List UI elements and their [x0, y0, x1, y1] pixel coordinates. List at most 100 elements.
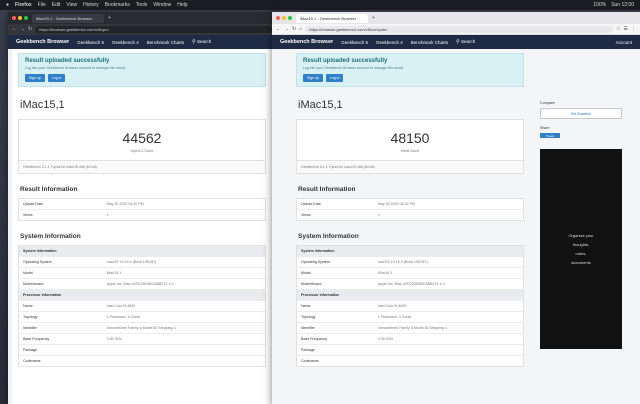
menu-bookmarks[interactable]: Bookmarks: [105, 2, 130, 8]
site-brand[interactable]: Geekbench Browser: [280, 39, 333, 45]
header-label: System Information: [301, 249, 335, 253]
upload-alert: Result uploaded successfully Log into yo…: [18, 53, 266, 87]
right-sidebar: Compare Set Baseline Share Tweet Organiz…: [540, 49, 622, 404]
close-window-icon[interactable]: [276, 16, 280, 20]
url-field[interactable]: https://browser.geekbench.com/v5/cpu/: [35, 26, 272, 33]
table-header: Processor Information: [297, 289, 523, 300]
log-in-button[interactable]: Log in: [47, 74, 66, 82]
address-toolbar: ← → ↻ https://browser.geekbench.com/v5/c…: [8, 24, 276, 35]
reload-icon[interactable]: ↻: [28, 27, 32, 32]
log-in-button[interactable]: Log in: [325, 74, 344, 82]
table-row: Views 1: [297, 209, 523, 220]
upload-alert: Result uploaded successfully Log into yo…: [296, 53, 524, 87]
sign-up-button[interactable]: Sign up: [303, 74, 323, 82]
browser-tab[interactable]: iMac15,1 - Geekbench Browser: [296, 13, 368, 23]
row-key: Identifier: [23, 326, 37, 330]
back-browser-window[interactable]: iMac15,1 - Geekbench Browser + ← → ↻ htt…: [8, 12, 276, 404]
row-key: Operating System: [301, 260, 330, 264]
table-header: System Information: [297, 246, 523, 256]
menu-edit[interactable]: Edit: [52, 2, 61, 8]
tweet-button[interactable]: Tweet: [540, 133, 560, 138]
menu-window[interactable]: Window: [153, 2, 171, 8]
table-row: Upload Date May 30 2020 04:32 PM: [297, 199, 523, 209]
sign-up-button[interactable]: Sign up: [25, 74, 45, 82]
page-content: Result uploaded successfully Log into yo…: [272, 49, 640, 404]
row-value: macOS 10.15.4 (Build 19E287): [106, 260, 157, 264]
url-field[interactable]: https://browser.geekbench.com/v5/compute…: [305, 25, 614, 33]
row-value: 3.50 GHz: [106, 337, 122, 341]
row-value: iMac15,1: [377, 271, 393, 275]
result-info-table: Upload Date May 30 2020 04:30 PM Views 1: [18, 198, 266, 221]
menu-tools[interactable]: Tools: [136, 2, 148, 8]
site-brand[interactable]: Geekbench Browser: [16, 39, 69, 45]
row-value: Intel Core i5-4690: [106, 304, 136, 308]
row-key: Model: [23, 271, 33, 275]
nav-link-charts[interactable]: Benchmark Charts: [411, 40, 448, 45]
back-arrow-icon[interactable]: ←: [12, 27, 17, 32]
system-info-table: System Information Operating System macOS…: [296, 245, 524, 367]
home-icon[interactable]: ⌂: [299, 26, 302, 32]
table-row: Name Intel Core i5-4690: [19, 300, 265, 311]
forward-arrow-icon[interactable]: →: [20, 27, 25, 32]
row-value: 1 Processor, 4 Cores: [106, 315, 141, 319]
table-row: Model iMac15,1: [297, 267, 523, 278]
table-row: Codename: [297, 355, 523, 366]
zoom-window-icon[interactable]: [288, 16, 292, 20]
reload-icon[interactable]: ↻: [292, 26, 296, 32]
front-browser-window[interactable]: iMac15,1 - Geekbench Browser + ← → ↻ ⌂ h…: [272, 12, 640, 404]
alert-subtitle: Log into your Geekbench Browser account …: [303, 66, 404, 70]
row-value: iMac15,1: [106, 271, 122, 275]
menu-view[interactable]: View: [66, 2, 77, 8]
nav-link-gb5[interactable]: Geekbench 5: [77, 40, 104, 45]
app-menu[interactable]: Firefox: [15, 2, 32, 8]
menu-history[interactable]: History: [83, 2, 99, 8]
nav-link-gb4[interactable]: Geekbench 4: [376, 40, 403, 45]
nav-link-gb4[interactable]: Geekbench 4: [112, 40, 139, 45]
score-value: 48150: [390, 130, 430, 146]
page-title: iMac15,1: [20, 99, 65, 111]
ad-line: documents: [571, 260, 591, 265]
row-key: Base Frequency: [23, 337, 50, 341]
menu-clock[interactable]: Sun 12:00: [611, 2, 634, 8]
nav-link-charts[interactable]: Benchmark Charts: [147, 40, 184, 45]
set-baseline-button[interactable]: Set Baseline: [540, 108, 622, 119]
menu-file[interactable]: File: [38, 2, 46, 8]
score-label: OpenCL Score: [130, 149, 154, 153]
alert-title: Result uploaded successfully: [303, 58, 388, 64]
nav-search[interactable]: ⚲ Search: [456, 39, 475, 45]
result-info-heading: Result Information: [298, 186, 356, 193]
menu-help[interactable]: Help: [177, 2, 187, 8]
minimize-window-icon[interactable]: [282, 16, 286, 20]
table-row: Base Frequency 3.50 GHz: [19, 333, 265, 344]
row-key: Identifier: [301, 326, 315, 330]
menu-icon[interactable]: ⋮: [631, 26, 636, 32]
nav-search-label: Search: [196, 39, 212, 44]
system-info-heading: System Information: [298, 233, 359, 240]
new-tab-icon[interactable]: +: [108, 15, 111, 21]
score-box: 48150 Metal Score: [296, 119, 524, 161]
zoom-window-icon[interactable]: [24, 16, 28, 20]
library-icon[interactable]: ☰: [624, 26, 628, 32]
minimize-window-icon[interactable]: [18, 16, 22, 20]
forward-arrow-icon[interactable]: →: [284, 26, 289, 32]
battery-status[interactable]: 100%: [593, 2, 606, 8]
table-header: System Information: [19, 246, 265, 256]
table-row: Upload Date May 30 2020 04:30 PM: [19, 199, 265, 209]
bookmark-star-icon[interactable]: ☆: [616, 26, 620, 32]
back-arrow-icon[interactable]: ←: [276, 26, 281, 32]
row-value: Intel Core i5-4690: [377, 304, 407, 308]
account-menu[interactable]: Account: [616, 40, 640, 45]
table-row: Model iMac15,1: [19, 267, 265, 278]
nav-search[interactable]: ⚲ Search: [192, 39, 211, 45]
table-row: Operating System macOS 10.15.4 (Build 19E…: [297, 256, 523, 267]
row-key: Package: [301, 348, 315, 352]
table-row: Package: [19, 344, 265, 355]
nav-link-gb5[interactable]: Geekbench 5: [341, 40, 368, 45]
close-window-icon[interactable]: [12, 16, 16, 20]
row-value: GenuineIntel Family 6 Model 60 Stepping …: [377, 326, 447, 330]
apple-icon[interactable]: ●: [6, 2, 9, 8]
new-tab-icon[interactable]: +: [372, 15, 375, 21]
window-controls: [276, 16, 292, 20]
advertisement[interactable]: Organize your thoughts, notes, documents: [540, 149, 622, 349]
browser-tab[interactable]: iMac15,1 - Geekbench Browser: [32, 13, 104, 23]
